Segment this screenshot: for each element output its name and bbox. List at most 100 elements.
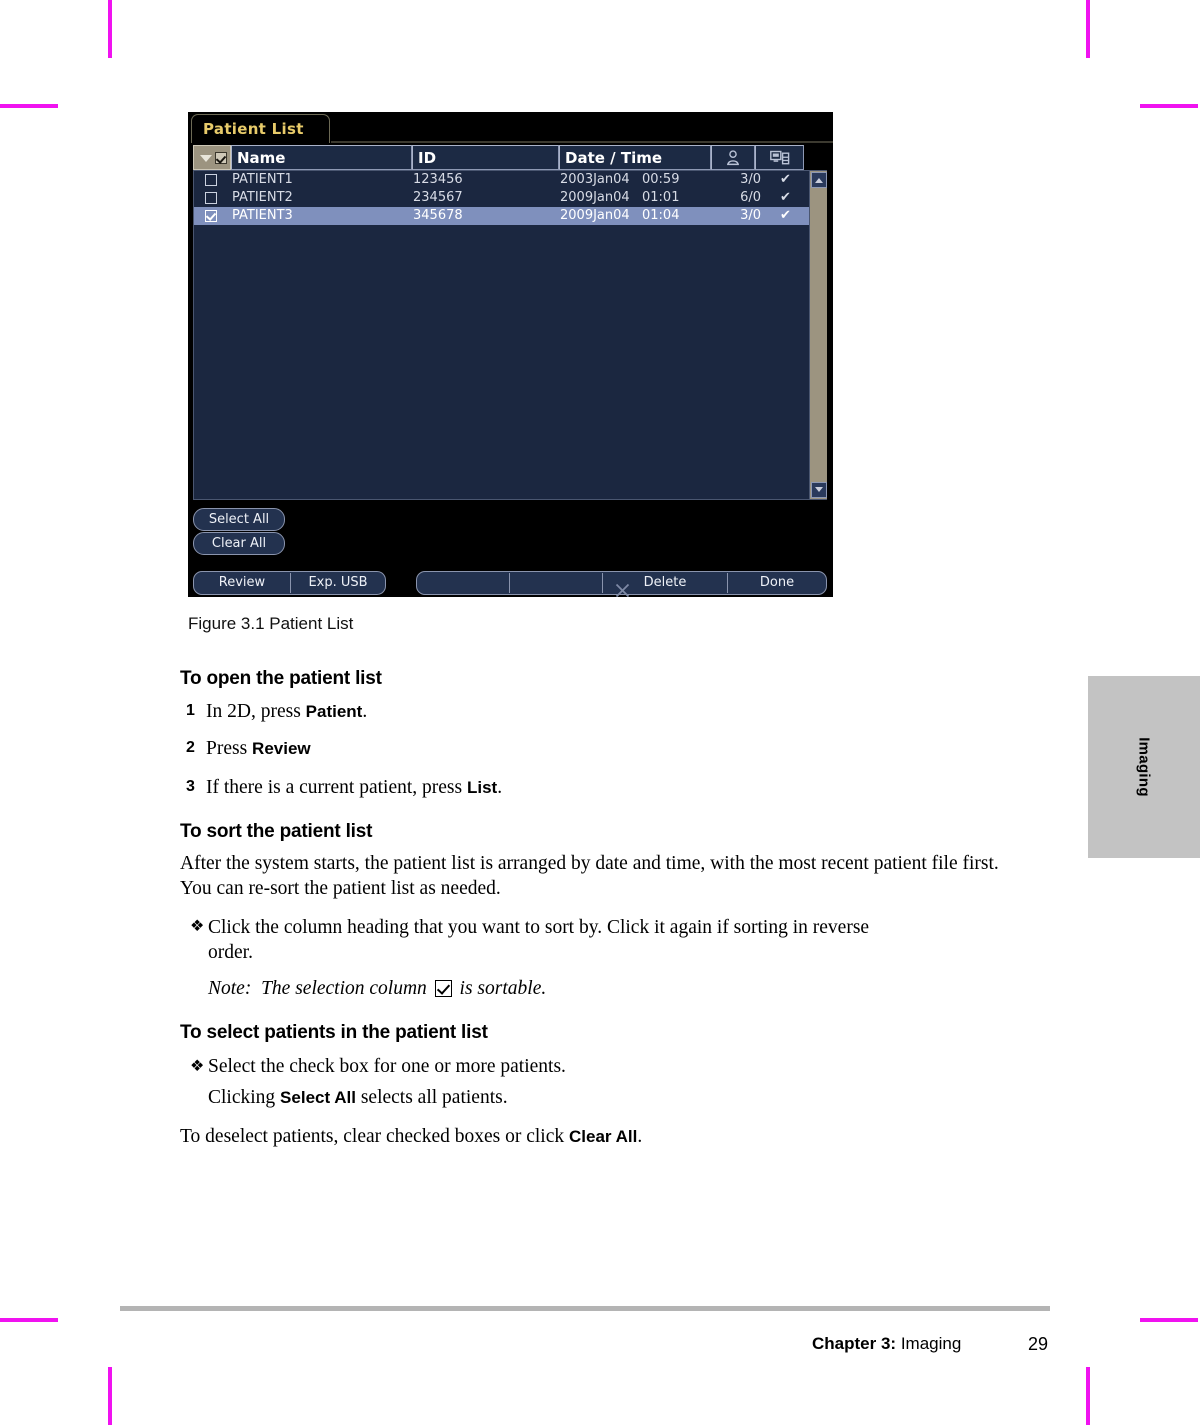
deselect-post: . xyxy=(637,1126,643,1147)
user-icon xyxy=(726,149,741,166)
sort-descending-arrow-icon xyxy=(200,155,212,162)
patient-list-screenshot: Patient List Name ID Date / Time PATIENT… xyxy=(188,112,833,597)
table-row[interactable]: PATIENT1 123456 2003Jan04 00:59 3/0 ✔ xyxy=(194,171,809,189)
column-header-id-label: ID xyxy=(418,149,437,167)
bottom-bar-empty-slot-1[interactable] xyxy=(417,572,509,594)
heading-open-patient-list: To open the patient list xyxy=(180,668,382,689)
footer-rule xyxy=(120,1306,1050,1311)
table-row[interactable]: PATIENT2 234567 2009Jan04 01:01 6/0 ✔ xyxy=(194,189,809,207)
select-bullet-text: Select the check box for one or more pat… xyxy=(208,1056,566,1077)
scroll-up-arrow-icon[interactable] xyxy=(811,172,827,188)
row-id: 345678 xyxy=(413,208,463,223)
row-date: 2009Jan04 xyxy=(560,190,630,205)
footer-chapter: Chapter 3: Imaging xyxy=(812,1334,961,1354)
step-text-2: Press Review xyxy=(206,736,311,761)
scroll-down-arrow-icon[interactable] xyxy=(811,482,827,498)
step-3-strong: List xyxy=(466,778,498,797)
tab-strip-filler xyxy=(331,141,833,143)
row-time: 01:04 xyxy=(642,208,680,223)
clear-all-button[interactable]: Clear All xyxy=(193,532,285,555)
row-checkbox[interactable] xyxy=(205,210,217,222)
row-name: PATIENT2 xyxy=(232,190,293,205)
row-date: 2003Jan04 xyxy=(560,172,630,187)
step-1-post: . xyxy=(362,701,368,722)
heading-sort-patient-list: To sort the patient list xyxy=(180,821,373,842)
close-x-icon xyxy=(615,583,630,597)
crop-mark-bottom-left-horizontal xyxy=(0,1318,58,1322)
patient-list-body[interactable]: PATIENT1 123456 2003Jan04 00:59 3/0 ✔ PA… xyxy=(193,170,827,500)
row-archived-check-icon: ✔ xyxy=(780,190,791,205)
column-header-date-time-label: Date / Time xyxy=(565,149,663,167)
crop-mark-top-left-horizontal xyxy=(0,104,58,108)
heading-select-patients: To select patients in the patient list xyxy=(180,1022,488,1043)
column-header-user[interactable] xyxy=(711,145,755,170)
row-id: 234567 xyxy=(413,190,463,205)
select-all-reference: Select All xyxy=(280,1088,356,1107)
deselect-text: To deselect patients, clear checked boxe… xyxy=(180,1124,1010,1149)
footer-chapter-name: Imaging xyxy=(900,1334,962,1353)
row-time: 01:01 xyxy=(642,190,680,205)
select-all-checkbox-icon[interactable] xyxy=(215,152,227,164)
select-all-button[interactable]: Select All xyxy=(193,508,285,531)
tab-patient-list[interactable]: Patient List xyxy=(191,114,330,143)
column-header-study[interactable] xyxy=(755,145,804,170)
crop-mark-bottom-left-vertical xyxy=(108,1367,112,1425)
step-number-1: 1 xyxy=(186,702,195,719)
study-archive-icon xyxy=(769,150,790,166)
step-3-post: . xyxy=(497,777,503,798)
row-checkbox[interactable] xyxy=(205,174,217,186)
chapter-side-tab-label: Imaging xyxy=(1135,737,1153,797)
step-text-1: In 2D, press Patient. xyxy=(206,699,367,724)
step-text-3: If there is a current patient, press Lis… xyxy=(206,775,502,800)
tab-patient-list-label: Patient List xyxy=(203,120,304,138)
sort-note-label: Note: xyxy=(208,978,252,999)
bottom-bar-empty-slot-2[interactable] xyxy=(510,572,602,594)
selection-column-checkbox-icon xyxy=(434,980,452,997)
select-sub-pre: Clicking xyxy=(208,1087,281,1108)
step-3-pre: If there is a current patient, press xyxy=(206,777,467,798)
row-id: 123456 xyxy=(413,172,463,187)
step-1-strong: Patient xyxy=(305,702,363,721)
row-archived-check-icon: ✔ xyxy=(780,172,791,187)
table-row[interactable]: PATIENT3 345678 2009Jan04 01:04 3/0 ✔ xyxy=(194,207,809,225)
deselect-pre: To deselect patients, clear checked boxe… xyxy=(180,1126,570,1147)
column-header-id[interactable]: ID xyxy=(412,145,559,170)
footer-chapter-label: Chapter 3: xyxy=(812,1334,897,1353)
patient-list-scrollbar[interactable] xyxy=(809,171,827,499)
crop-mark-top-right-horizontal xyxy=(1140,104,1198,108)
bullet-symbol-sort: ❖ xyxy=(190,918,205,935)
review-button[interactable]: Review xyxy=(194,572,290,594)
step-2-strong: Review xyxy=(252,739,311,758)
export-usb-button[interactable]: Exp. USB xyxy=(291,572,385,594)
crop-mark-top-left-vertical xyxy=(108,0,112,58)
step-number-3: 3 xyxy=(186,778,195,795)
sort-note-pre: The selection column xyxy=(261,978,427,999)
column-header-selection[interactable] xyxy=(193,145,231,170)
sort-note: Note: The selection column is sortable. xyxy=(208,976,908,1001)
chapter-side-tab: Imaging xyxy=(1088,676,1200,858)
row-image-count: 3/0 xyxy=(740,172,761,187)
step-number-2: 2 xyxy=(186,739,195,756)
done-button[interactable]: Done xyxy=(728,572,826,594)
select-sub-post: selects all patients. xyxy=(355,1087,508,1108)
sort-paragraph: After the system starts, the patient lis… xyxy=(180,853,999,899)
bullet-symbol-select: ❖ xyxy=(190,1058,205,1075)
row-checkbox[interactable] xyxy=(205,192,217,204)
row-time: 00:59 xyxy=(642,172,680,187)
crop-mark-bottom-right-horizontal xyxy=(1140,1318,1198,1322)
dialog-tab-strip: Patient List xyxy=(188,112,833,143)
crop-mark-bottom-right-vertical xyxy=(1086,1367,1090,1425)
row-date: 2009Jan04 xyxy=(560,208,630,223)
step-1-pre: In 2D, press xyxy=(206,701,306,722)
clear-all-reference: Clear All xyxy=(569,1127,638,1146)
row-name: PATIENT3 xyxy=(232,208,293,223)
crop-mark-top-right-vertical xyxy=(1086,0,1090,58)
column-header-name[interactable]: Name xyxy=(231,145,412,170)
row-image-count: 3/0 xyxy=(740,208,761,223)
column-header-date-time[interactable]: Date / Time xyxy=(559,145,711,170)
row-archived-check-icon: ✔ xyxy=(780,208,791,223)
column-header-name-label: Name xyxy=(237,149,286,167)
patient-list-column-headers: Name ID Date / Time xyxy=(193,145,827,170)
sort-bullet-text: Click the column heading that you want t… xyxy=(208,917,870,963)
row-image-count: 6/0 xyxy=(740,190,761,205)
